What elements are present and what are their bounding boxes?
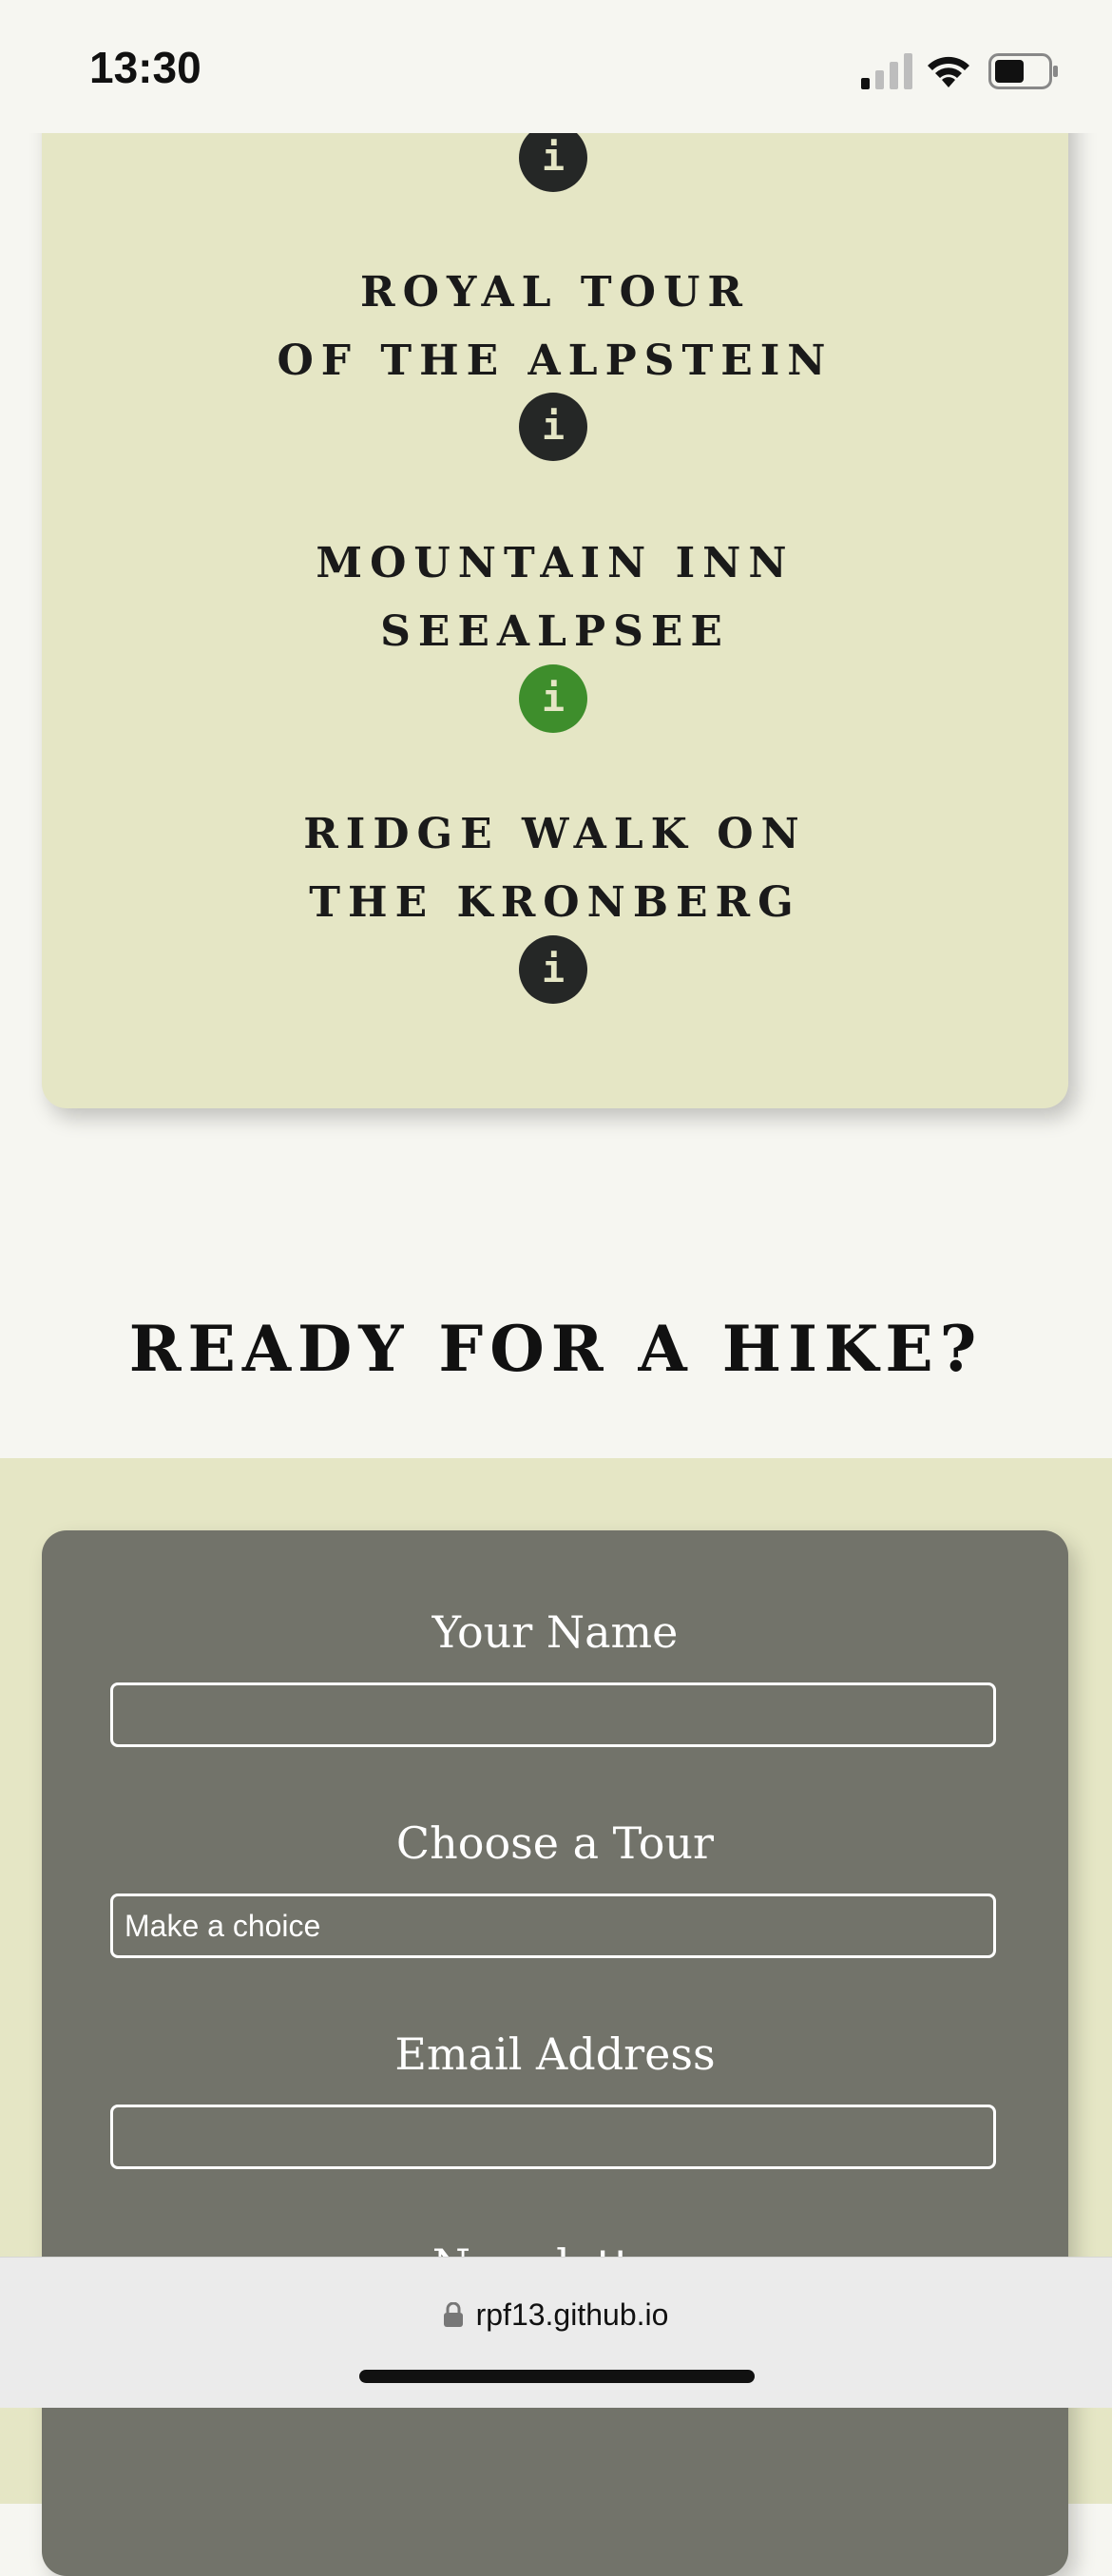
- email-label: Email Address: [394, 2028, 716, 2080]
- info-icon: i: [541, 136, 566, 180]
- tour-title-ridge-walk[interactable]: Ridge Walk on the Kronberg: [42, 800, 1068, 937]
- info-button-royal-tour[interactable]: i: [519, 393, 587, 461]
- info-icon: i: [541, 677, 566, 721]
- info-button[interactable]: i: [519, 124, 587, 192]
- browser-address-bar[interactable]: rpf13.github.io: [0, 2257, 1112, 2408]
- info-icon: i: [541, 948, 566, 991]
- url-text: rpf13.github.io: [475, 2297, 669, 2332]
- url-display[interactable]: rpf13.github.io: [0, 2297, 1112, 2333]
- tour-title-royal-tour[interactable]: Royal Tour of the Alpstein: [42, 259, 1068, 395]
- info-button-mountain-inn[interactable]: i: [519, 664, 587, 733]
- lock-icon: [443, 2302, 463, 2327]
- section-heading: Ready for a Hike?: [128, 1312, 984, 1386]
- info-icon: i: [541, 405, 566, 449]
- name-label: Your Name: [431, 1606, 679, 1658]
- booking-form: Your Name Choose a Tour Make a choice Em…: [42, 1530, 1068, 2576]
- tour-label: Choose a Tour: [395, 1817, 715, 1869]
- tour-title-mountain-inn[interactable]: Mountain Inn Seealpsee: [42, 529, 1068, 666]
- status-time: 13:30: [89, 43, 201, 92]
- info-button-ridge-walk[interactable]: i: [519, 935, 587, 1004]
- home-indicator[interactable]: [359, 2370, 755, 2383]
- tour-select[interactable]: Make a choice: [110, 1894, 996, 1958]
- email-input[interactable]: [110, 2105, 996, 2169]
- battery-icon: [988, 53, 1058, 89]
- name-input[interactable]: [110, 1682, 996, 1747]
- tours-card: i Royal Tour of the Alpstein i Mountain …: [42, 0, 1068, 1108]
- status-bar: 13:30: [0, 0, 1112, 133]
- wifi-icon: [928, 56, 969, 87]
- cellular-signal-icon: [861, 53, 912, 89]
